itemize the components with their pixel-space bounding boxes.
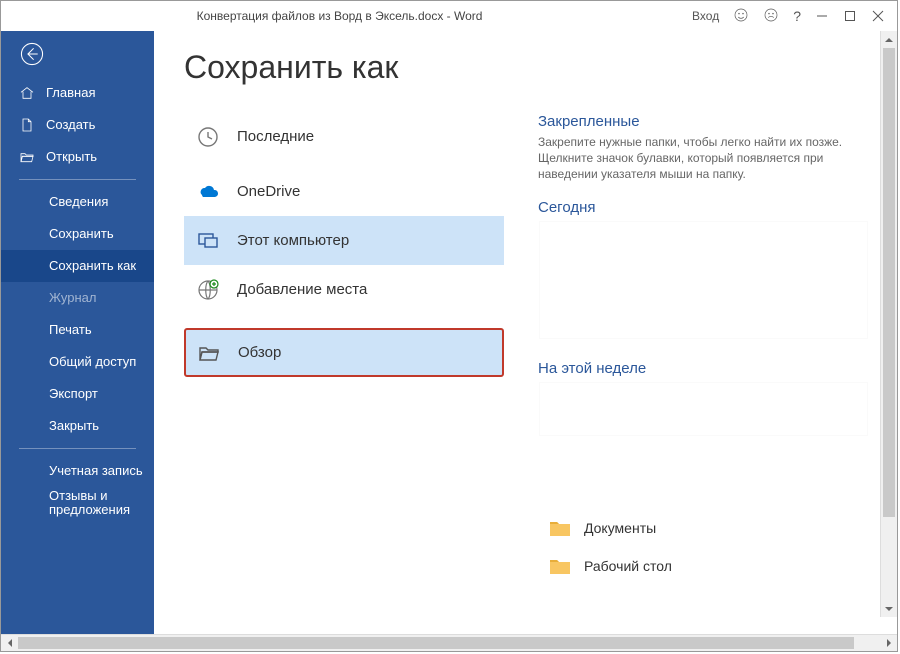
separator [19, 448, 136, 449]
titlebar: Конвертация файлов из Ворд в Эксель.docx… [1, 1, 897, 31]
horizontal-scrollbar[interactable] [1, 634, 897, 651]
nav-label: Создать [46, 118, 95, 132]
home-icon [19, 85, 35, 101]
location-label: OneDrive [237, 183, 300, 200]
scroll-right-icon[interactable] [880, 635, 897, 652]
folder-label: Документы [584, 520, 656, 536]
nav-label: Закрыть [49, 419, 99, 433]
document-title: Конвертация файлов из Ворд в Эксель.docx… [5, 9, 674, 23]
locations-column: Сохранить как Последние OneDrive Этот ко… [184, 49, 504, 634]
nav-label: Сохранить [49, 227, 114, 241]
nav-label: Общий доступ [49, 355, 136, 369]
location-label: Последние [237, 128, 314, 145]
nav-save[interactable]: Сохранить [1, 218, 154, 250]
nav-save-as[interactable]: Сохранить как [1, 250, 154, 282]
location-this-pc[interactable]: Этот компьютер [184, 216, 504, 265]
location-label: Добавление места [237, 281, 367, 298]
today-list [538, 220, 869, 340]
nav-share[interactable]: Общий доступ [1, 346, 154, 378]
maximize-icon[interactable] [843, 9, 857, 23]
scroll-down-icon[interactable] [881, 600, 897, 617]
folder-icon [548, 518, 572, 538]
location-label: Обзор [238, 344, 281, 361]
scroll-thumb[interactable] [883, 48, 895, 517]
location-browse[interactable]: Обзор [184, 328, 504, 377]
nav-open[interactable]: Открыть [1, 141, 154, 173]
folder-icon [548, 556, 572, 576]
location-recent[interactable]: Последние [184, 112, 504, 161]
nav-create[interactable]: Создать [1, 109, 154, 141]
window-controls: Вход ? [674, 7, 893, 26]
folder-open-icon [196, 340, 222, 366]
details-column: Закрепленные Закрепите нужные папки, что… [504, 49, 897, 634]
frown-icon[interactable] [763, 7, 779, 26]
nav-close[interactable]: Закрыть [1, 410, 154, 442]
folder-documents[interactable]: Документы [538, 511, 869, 545]
main-content: Сохранить как Последние OneDrive Этот ко… [154, 31, 897, 634]
smile-icon[interactable] [733, 7, 749, 26]
vertical-scrollbar[interactable] [880, 31, 897, 617]
nav-print[interactable]: Печать [1, 314, 154, 346]
nav-history[interactable]: Журнал [1, 282, 154, 314]
page-title: Сохранить как [184, 49, 504, 86]
location-onedrive[interactable]: OneDrive [184, 167, 504, 216]
pinned-heading: Закрепленные [538, 113, 869, 130]
help-icon[interactable]: ? [793, 8, 801, 24]
nav-info[interactable]: Сведения [1, 186, 154, 218]
scroll-thumb[interactable] [18, 637, 854, 649]
onedrive-icon [195, 179, 221, 205]
nav-label: Журнал [49, 291, 96, 305]
back-button[interactable] [1, 31, 154, 77]
location-label: Этот компьютер [237, 232, 349, 249]
add-place-icon [195, 277, 221, 303]
minimize-icon[interactable] [815, 9, 829, 23]
nav-label: Открыть [46, 150, 97, 164]
scroll-up-icon[interactable] [881, 31, 897, 48]
nav-label: Печать [49, 323, 92, 337]
nav-export[interactable]: Экспорт [1, 378, 154, 410]
backstage-sidebar: Главная Создать Открыть Сведения Сохрани… [1, 31, 154, 634]
nav-label: Отзывы и предложения [49, 489, 154, 518]
nav-label: Учетная запись [49, 464, 143, 478]
nav-label: Сохранить как [49, 259, 136, 273]
this-week-heading: На этой неделе [538, 360, 869, 377]
separator [19, 179, 136, 180]
today-heading: Сегодня [538, 199, 869, 216]
nav-home[interactable]: Главная [1, 77, 154, 109]
clock-icon [195, 124, 221, 150]
this-week-list [538, 381, 869, 437]
scroll-left-icon[interactable] [1, 635, 18, 652]
nav-feedback[interactable]: Отзывы и предложения [1, 487, 154, 519]
nav-account[interactable]: Учетная запись [1, 455, 154, 487]
close-icon[interactable] [871, 9, 885, 23]
location-add-place[interactable]: Добавление места [184, 265, 504, 314]
nav-label: Сведения [49, 195, 108, 209]
login-link[interactable]: Вход [692, 9, 719, 23]
nav-label: Главная [46, 86, 95, 100]
folder-desktop[interactable]: Рабочий стол [538, 549, 869, 583]
folder-open-icon [19, 149, 35, 165]
pinned-hint: Закрепите нужные папки, чтобы легко найт… [538, 134, 858, 183]
file-icon [19, 117, 35, 133]
computer-icon [195, 228, 221, 254]
folder-label: Рабочий стол [584, 558, 672, 574]
nav-label: Экспорт [49, 387, 98, 401]
